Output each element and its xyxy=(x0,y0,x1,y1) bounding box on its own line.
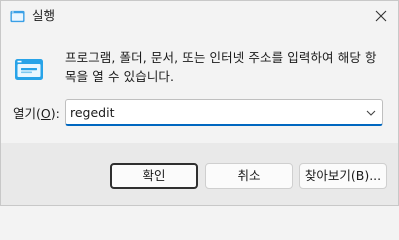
open-label-suffix: ): xyxy=(50,106,60,121)
window-title: 실행 xyxy=(32,8,56,23)
open-label: 열기(O): xyxy=(13,106,60,122)
dialog-content: 프로그램, 폴더, 문서, 또는 인터넷 주소를 입력하여 해당 항목을 열 수… xyxy=(1,33,398,143)
run-app-icon xyxy=(10,10,25,23)
dialog-description: 프로그램, 폴더, 문서, 또는 인터넷 주소를 입력하여 해당 항목을 열 수… xyxy=(65,50,377,84)
title-bar[interactable]: 실행 xyxy=(1,1,398,33)
open-label-accelerator: O xyxy=(40,106,51,121)
open-input[interactable]: regedit xyxy=(70,105,115,121)
open-combobox[interactable]: regedit xyxy=(65,99,383,126)
ok-button[interactable]: 확인 xyxy=(110,163,198,189)
open-label-prefix: 열기( xyxy=(13,106,41,121)
dialog-footer: 확인 취소 찾아보기(B)... xyxy=(1,143,398,205)
run-dialog: 실행 프로그램, 폴더, 문서, 또는 인터넷 주소를 입력하여 해당 항목을 … xyxy=(0,0,399,206)
close-icon xyxy=(375,10,387,22)
close-button[interactable] xyxy=(370,5,392,27)
chevron-down-icon[interactable] xyxy=(365,107,377,119)
browse-button[interactable]: 찾아보기(B)... xyxy=(299,163,387,189)
cancel-button[interactable]: 취소 xyxy=(205,163,293,189)
run-icon xyxy=(15,59,43,80)
